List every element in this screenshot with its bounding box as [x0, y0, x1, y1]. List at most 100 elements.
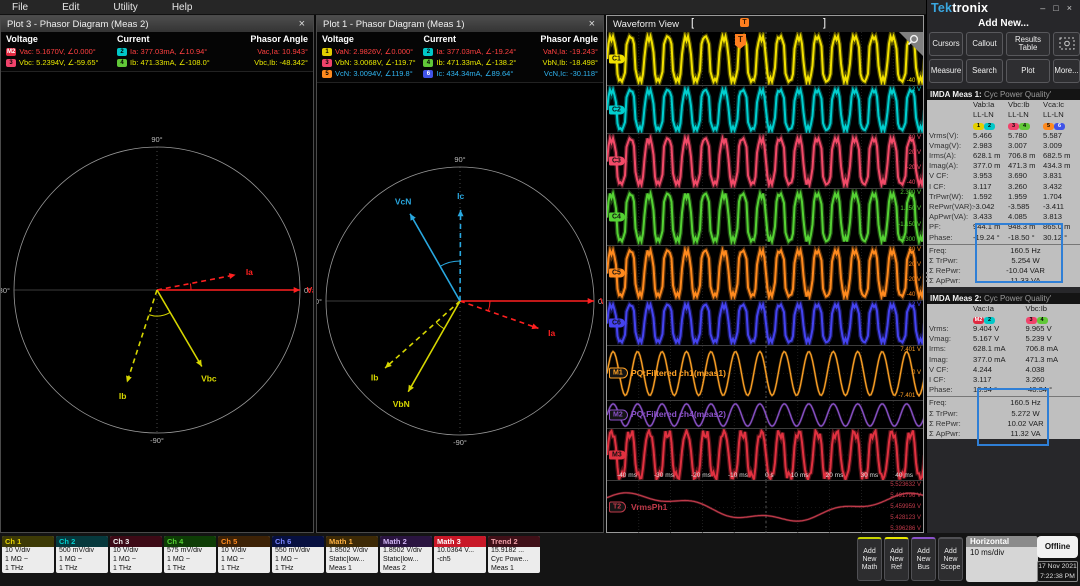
callout-button[interactable]: Callout	[966, 32, 1003, 56]
button-line: Ref	[891, 563, 902, 571]
channel-badge-ch3[interactable]: Ch 3 10 V/div 1 MΩ ~1 THz	[110, 536, 162, 574]
waveform-row-c1[interactable]: C1-20 V-40 V	[607, 32, 923, 86]
scale-label: 40 V	[908, 247, 921, 253]
waveform-badge-c1[interactable]: C1	[609, 54, 625, 63]
trigger-position-flag[interactable]: T	[735, 34, 746, 49]
menu-utility[interactable]: Utility	[101, 2, 159, 13]
scale-label: -40 V	[906, 292, 921, 299]
scale-label: -1.150 V	[898, 221, 921, 228]
plot3-title: Plot 3 - Phasor Diagram (Meas 2)	[7, 18, 149, 30]
menu-file[interactable]: File	[0, 2, 50, 13]
close-icon[interactable]: ×	[587, 18, 597, 30]
waveform-row-c2[interactable]: C2 2 V	[607, 86, 923, 134]
channel-badge-trend2[interactable]: Trend 2 15.9182 ... Cyc Powe... Meas 1	[488, 536, 540, 574]
waveform-row-m2[interactable]: M2 PQ:Filtered ch4(meas2)	[607, 401, 923, 429]
cell: 944.1 m	[973, 222, 1001, 232]
add-new-bus-button[interactable]: Add New Bus	[911, 537, 936, 581]
row-label: I CF:	[929, 375, 946, 385]
waveform-badge-c2[interactable]: C2	[609, 105, 625, 114]
source-badges: 34	[1008, 123, 1030, 131]
imda-meas2-table[interactable]: IMDA Meas 2: Cyc Power Quality' Vac:Ia Vbc…	[927, 292, 1080, 446]
menu-help[interactable]: Help	[160, 2, 215, 13]
plot3-title-bar[interactable]: Plot 3 - Phasor Diagram (Meas 2) ×	[1, 16, 313, 32]
add-new-math-button[interactable]: Add New Math	[857, 537, 882, 581]
channel-badge-math3[interactable]: Math 3 10.0364 V... -ch5	[434, 536, 486, 574]
channel-badge-ch4[interactable]: Ch 4 575 mV/div 1 MΩ ~1 THz	[164, 536, 216, 574]
offline-button[interactable]: Offline	[1037, 536, 1078, 558]
panel-drag-handle[interactable]	[926, 272, 928, 282]
plot1-phasor-canvas[interactable]: 90°-90°±180°0°VaNIaVbNIbVcNIc	[302, 83, 616, 543]
readout-text: VcN,Ic: -30.118°	[543, 69, 598, 78]
channel-badge-line: 15.9182 ...	[491, 547, 525, 554]
draw-a-box-icon[interactable]	[1053, 32, 1080, 56]
imda-meas1-table[interactable]: IMDA Meas 1: Cyc Power Quality' Vab:Ia Vbc…	[927, 89, 1080, 287]
scale-label: -20 V	[906, 277, 921, 284]
meas-table-header: IMDA Meas 1: Cyc Power Quality'	[927, 89, 1080, 100]
waveform-row-c6[interactable]: C6 2 V	[607, 301, 923, 346]
time-tick-label: 0 s	[765, 472, 774, 479]
cursors-button[interactable]: Cursors	[929, 32, 963, 56]
cell: -18.50 °	[1008, 232, 1035, 242]
waveform-badge-c4[interactable]: C4	[609, 212, 625, 222]
menu-edit[interactable]: Edit	[50, 2, 101, 13]
channel-badge-ch2[interactable]: Ch 2 500 mV/div 1 MΩ ~1 THz	[56, 536, 108, 574]
meas-table-row: PF: 944.1 m 948.3 m 865.0 m	[927, 222, 1080, 232]
readout-col-current: Current 2 Ia: 377.03mA, ∠-19.24° 4 Ib: 471.3…	[423, 34, 524, 79]
magnifier-icon[interactable]	[899, 32, 923, 56]
channel-badge-line: 1 THz	[167, 564, 186, 572]
restore-icon[interactable]: □	[1049, 3, 1062, 13]
readout-col-header: Phasor Angle	[540, 34, 598, 44]
waveform-row-c5[interactable]: C5 40 V 20 V -20 V -40 V	[607, 246, 923, 301]
waveform-badge-c3[interactable]: C3	[609, 156, 625, 166]
row-label: TrPwr(W):	[929, 191, 964, 201]
waveform-label: PQ:Filtered ch4(meas2)	[631, 409, 726, 419]
close-icon[interactable]: ×	[297, 18, 307, 30]
waveform-badge-m2[interactable]: M2	[609, 409, 628, 420]
readout-text: Ia: 377.03mA, ∠-19.24°	[436, 47, 517, 56]
cell: 3.007	[1008, 140, 1028, 150]
plot1-title-bar[interactable]: Plot 1 - Phasor Diagram (Meas 1) ×	[317, 16, 603, 32]
channel-badge-math2[interactable]: Math 2 1.8502 V/div Static[low... Meas 2	[380, 536, 432, 574]
waveform-row-m1[interactable]: M1 PQ:Filtered ch1(meas1) 7.401 V 0 V -7.401…	[607, 346, 923, 401]
scale-labels: 2 V	[912, 87, 921, 132]
minimize-icon[interactable]: –	[1036, 3, 1049, 13]
add-new-ref-button[interactable]: Add New Ref	[884, 537, 909, 581]
cell: 3.117	[973, 375, 992, 385]
search-button[interactable]: Search	[966, 59, 1003, 83]
channel-badge-ch5[interactable]: Ch 5 10 V/div 1 MΩ ~1 THz	[218, 536, 270, 574]
waveform-badge-m3[interactable]: M3	[609, 450, 626, 459]
svg-text:-90°: -90°	[453, 438, 467, 447]
waveform-rows[interactable]: T C1-20 V-40 VC22 VC340 V20 V-20 V-40 VC…	[607, 32, 928, 534]
waveform-badge-m1[interactable]: M1	[609, 367, 628, 379]
channel-chip: 3	[322, 58, 332, 67]
waveform-badge-t2[interactable]: T2	[609, 501, 627, 513]
waveform-row-c4[interactable]: C4 2.300 V 1.150 V -1.150 V -2.300 V	[607, 189, 923, 246]
waveform-badge-c5[interactable]: C5	[609, 268, 625, 278]
readout-col-voltage: Voltage 1 VaN: 2.9826V, ∠0.000° 3 VbN: 3.006…	[322, 34, 423, 79]
row-label: ApPwr(VA):	[929, 212, 969, 222]
plot-button[interactable]: Plot	[1006, 59, 1050, 83]
channel-badge-line: 1 MΩ ~	[59, 555, 82, 563]
channel-badge-line: 575 mV/div	[167, 547, 203, 554]
cell: 5.466	[973, 130, 993, 140]
results-table-button[interactable]: Results Table	[1006, 32, 1050, 56]
more--button[interactable]: More...	[1053, 59, 1080, 83]
measure-button[interactable]: Measure	[929, 59, 963, 83]
waveform-view-title-bar[interactable]: Waveform View [ ] T	[607, 16, 923, 32]
trigger-source-icon[interactable]: T	[740, 18, 749, 27]
close-icon[interactable]: ×	[1063, 3, 1076, 13]
zoom-bracket-left[interactable]: [	[691, 17, 694, 29]
plot3-phasor-canvas[interactable]: 90°-90°±180°0°VacIaVbcIb	[0, 72, 322, 532]
add-new-scope-button[interactable]: Add New Scope	[938, 537, 963, 581]
waveform-row-c3[interactable]: C3 40 V 20 V -20 V -40 V	[607, 134, 923, 189]
zoom-bracket-right[interactable]: ]	[823, 17, 826, 29]
waveform-row-m3[interactable]: M3 -40 ms -30 ms -20 ms -10 ms 0 s 10 ms 20 ms 3…	[607, 429, 923, 481]
horizontal-card[interactable]: Horizontal 10 ms/div	[966, 536, 1038, 582]
channel-badge-ch1[interactable]: Ch 1 10 V/div 1 MΩ ~1 THz	[2, 536, 54, 574]
channel-badge-ch6[interactable]: Ch 6 550 mV/div 1 MΩ ~1 THz	[272, 536, 324, 574]
waveform-row-t2[interactable]: T2 VrmsPh1 5.523632 V 5.491796 V 5.459959 V5…	[607, 481, 923, 534]
row-label: Irms(A):	[929, 151, 956, 161]
channel-badge-line: 1 MΩ ~	[167, 555, 190, 563]
waveform-badge-c6[interactable]: C6	[609, 318, 625, 328]
channel-badge-math1[interactable]: Math 1 1.8502 V/div Static[low... Meas 1	[326, 536, 378, 574]
